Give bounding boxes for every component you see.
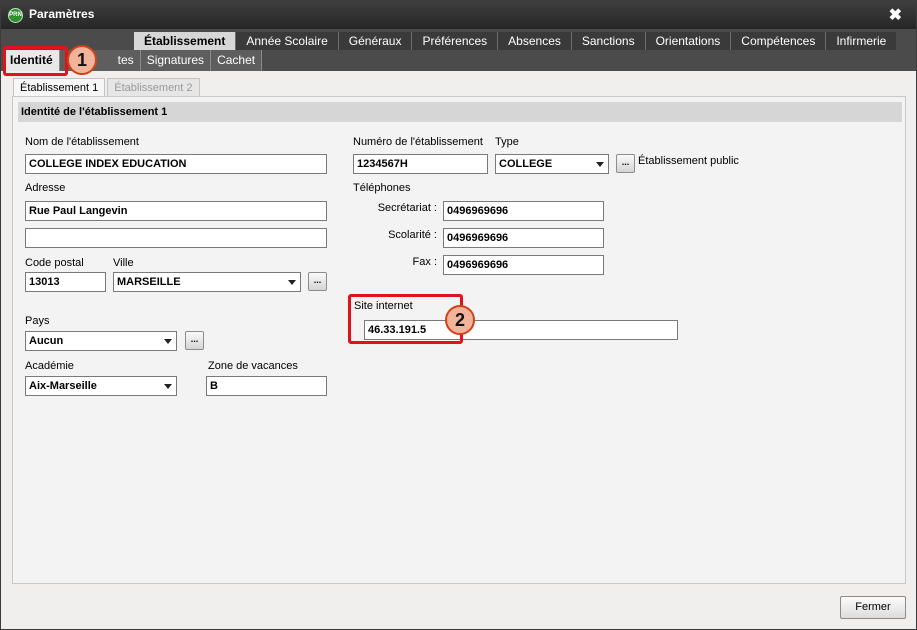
- tab-generaux[interactable]: Généraux: [337, 32, 412, 50]
- etablissement-public-label: Établissement public: [638, 155, 739, 167]
- adresse-line-2-field[interactable]: [25, 228, 327, 248]
- chevron-down-icon: [164, 339, 172, 344]
- type-select[interactable]: COLLEGE: [495, 154, 609, 174]
- ville-label: Ville: [113, 257, 134, 269]
- step-2-badge: 2: [445, 305, 475, 335]
- tab-orientations[interactable]: Orientations: [644, 32, 731, 50]
- ville-value: MARSEILLE: [117, 276, 181, 288]
- zone-label: Zone de vacances: [208, 360, 298, 372]
- pays-value: Aucun: [29, 335, 64, 347]
- subtab-cachet[interactable]: Cachet: [211, 50, 263, 71]
- close-icon[interactable]: ✖: [889, 5, 902, 25]
- type-more-button[interactable]: ...: [616, 154, 635, 173]
- ville-select[interactable]: MARSEILLE: [113, 272, 301, 292]
- chevron-down-icon: [596, 162, 604, 167]
- tab-absences[interactable]: Absences: [497, 32, 571, 50]
- adresse-line-1-field[interactable]: Rue Paul Langevin: [25, 201, 327, 221]
- numero-label: Numéro de l'établissement: [353, 136, 483, 148]
- academie-label: Académie: [25, 360, 74, 372]
- type-value: COLLEGE: [499, 158, 553, 170]
- numero-field[interactable]: 1234567H: [353, 154, 488, 174]
- chevron-down-icon: [288, 280, 296, 285]
- settings-window: PRN Paramètres ✖ Établissement Année Sco…: [0, 0, 917, 630]
- pays-select[interactable]: Aucun: [25, 331, 177, 351]
- identity-panel: Identité de l'établissement 1 Nom de l'é…: [12, 96, 906, 584]
- tab-preferences[interactable]: Préférences: [411, 32, 498, 50]
- secretariat-label: Secrétariat :: [377, 202, 437, 214]
- ville-more-button[interactable]: ...: [308, 272, 327, 291]
- step-1-badge: 1: [67, 45, 97, 75]
- section-title: Identité de l'établissement 1: [18, 102, 902, 122]
- close-button[interactable]: Fermer: [840, 596, 906, 619]
- nom-label: Nom de l'établissement: [25, 136, 139, 148]
- tab-infirmerie[interactable]: Infirmerie: [825, 32, 897, 50]
- scolarite-field[interactable]: 0496969696: [443, 228, 604, 248]
- title-bar: PRN Paramètres ✖: [1, 1, 916, 29]
- telephones-label: Téléphones: [353, 182, 411, 194]
- tab-annee-scolaire[interactable]: Année Scolaire: [235, 32, 338, 50]
- code-postal-label: Code postal: [25, 257, 84, 269]
- identite-highlight: [3, 46, 68, 76]
- pays-label: Pays: [25, 315, 50, 327]
- type-label: Type: [495, 136, 519, 148]
- code-postal-field[interactable]: 13013: [25, 272, 106, 292]
- tab-etablissement[interactable]: Établissement: [134, 32, 236, 50]
- academie-value: Aix-Marseille: [29, 380, 97, 392]
- chevron-down-icon: [164, 384, 172, 389]
- fax-label: Fax :: [412, 256, 437, 268]
- tab-competences[interactable]: Compétences: [730, 32, 826, 50]
- academie-select[interactable]: Aix-Marseille: [25, 376, 177, 396]
- main-tabs: Établissement Année Scolaire Généraux Pr…: [134, 32, 897, 50]
- adresse-label: Adresse: [25, 182, 66, 194]
- fax-field[interactable]: 0496969696: [443, 255, 604, 275]
- app-logo-icon: PRN: [8, 8, 23, 23]
- establishment-tabs: Établissement 1 Établissement 2: [13, 78, 202, 97]
- pays-more-button[interactable]: ...: [185, 331, 204, 350]
- page-body: Établissement 1 Établissement 2 Identité…: [1, 71, 916, 629]
- tab-etablissement-2[interactable]: Établissement 2: [107, 78, 200, 97]
- scolarite-label: Scolarité :: [388, 229, 437, 241]
- tab-sanctions[interactable]: Sanctions: [570, 32, 645, 50]
- window-title: Paramètres: [29, 7, 95, 21]
- secretariat-field[interactable]: 0496969696: [443, 201, 604, 221]
- nom-field[interactable]: COLLEGE INDEX EDUCATION: [25, 154, 327, 174]
- subtab-signatures[interactable]: Signatures: [140, 50, 212, 71]
- tab-etablissement-1[interactable]: Établissement 1: [13, 78, 106, 97]
- zone-field[interactable]: B: [206, 376, 327, 396]
